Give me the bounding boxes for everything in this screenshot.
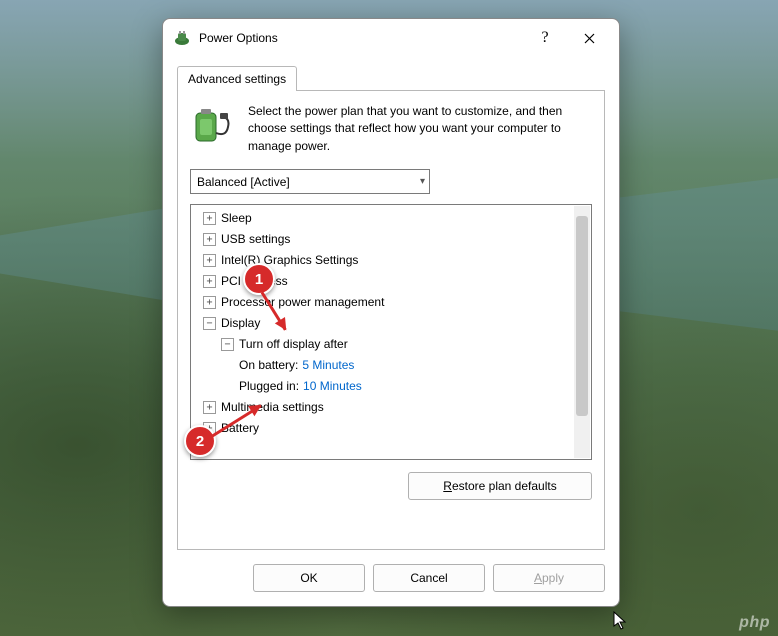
chevron-down-icon: ▾ bbox=[420, 176, 425, 187]
tree-item[interactable]: + Intel(R) Graphics Settings bbox=[195, 250, 591, 271]
expand-icon[interactable]: + bbox=[203, 422, 216, 435]
scroll-thumb[interactable] bbox=[576, 216, 588, 416]
help-button[interactable]: ? bbox=[523, 23, 567, 53]
tree-item-label: PCI Express bbox=[221, 271, 288, 292]
tree-item[interactable]: + Battery bbox=[195, 418, 591, 439]
tab-advanced-settings[interactable]: Advanced settings bbox=[177, 66, 297, 91]
tree-item[interactable]: On battery:5 Minutes bbox=[195, 355, 591, 376]
power-options-dialog: Power Options ? Advanced settings bbox=[162, 18, 620, 607]
tree-item-label: Battery bbox=[221, 418, 259, 439]
tree-item[interactable]: + USB settings bbox=[195, 229, 591, 250]
tree-item[interactable]: −Display bbox=[195, 313, 591, 334]
expand-icon[interactable]: + bbox=[203, 254, 216, 267]
tree-item[interactable]: + Processor power management bbox=[195, 292, 591, 313]
tree-item[interactable]: + Multimedia settings bbox=[195, 397, 591, 418]
tree-item-label: On battery: bbox=[239, 355, 298, 376]
tree-item-label: Processor power management bbox=[221, 292, 384, 313]
power-plan-selected: Balanced [Active] bbox=[197, 175, 290, 189]
tab-panel: Select the power plan that you want to c… bbox=[177, 90, 605, 550]
tree-item[interactable]: + PCI Express bbox=[195, 271, 591, 292]
tree-item-label: Sleep bbox=[221, 208, 252, 229]
expand-icon[interactable]: + bbox=[203, 233, 216, 246]
tree-item[interactable]: Plugged in:10 Minutes bbox=[195, 376, 591, 397]
collapse-icon[interactable]: − bbox=[203, 317, 216, 330]
cancel-button[interactable]: Cancel bbox=[373, 564, 485, 592]
title-bar: Power Options ? bbox=[163, 19, 619, 57]
tree-item-label: Multimedia settings bbox=[221, 397, 324, 418]
watermark: php bbox=[739, 614, 770, 632]
window-title: Power Options bbox=[199, 31, 523, 45]
apply-button[interactable]: Apply bbox=[493, 564, 605, 592]
tree-item-value[interactable]: 10 Minutes bbox=[303, 376, 362, 397]
tree-item-value[interactable]: 5 Minutes bbox=[302, 355, 354, 376]
expand-icon[interactable]: + bbox=[203, 212, 216, 225]
battery-cord-icon bbox=[190, 103, 236, 149]
tree-item-label: Turn off display after bbox=[239, 334, 348, 355]
collapse-icon[interactable]: − bbox=[221, 338, 234, 351]
tree-item-label: Display bbox=[221, 313, 260, 334]
restore-defaults-button[interactable]: Restore plan defaults bbox=[408, 472, 592, 500]
tree-item[interactable]: + Sleep bbox=[195, 208, 591, 229]
expand-icon[interactable]: + bbox=[203, 275, 216, 288]
dialog-buttons: OK Cancel Apply bbox=[163, 550, 619, 606]
ok-button[interactable]: OK bbox=[253, 564, 365, 592]
tree-item-label: USB settings bbox=[221, 229, 290, 250]
tree-item[interactable]: −Turn off display after bbox=[195, 334, 591, 355]
intro-text: Select the power plan that you want to c… bbox=[248, 103, 592, 155]
power-options-icon bbox=[173, 29, 191, 47]
mouse-cursor-icon bbox=[613, 611, 627, 631]
settings-tree: + Sleep + USB settings + Intel(R) Graphics Se… bbox=[190, 204, 592, 460]
scrollbar[interactable] bbox=[574, 206, 590, 458]
tree-item-label: Intel(R) Graphics Settings bbox=[221, 250, 358, 271]
expand-icon[interactable]: + bbox=[203, 401, 216, 414]
close-button[interactable] bbox=[567, 23, 611, 53]
power-plan-selector[interactable]: Balanced [Active] ▾ bbox=[190, 169, 430, 194]
expand-icon[interactable]: + bbox=[203, 296, 216, 309]
tree-item-label: Plugged in: bbox=[239, 376, 299, 397]
